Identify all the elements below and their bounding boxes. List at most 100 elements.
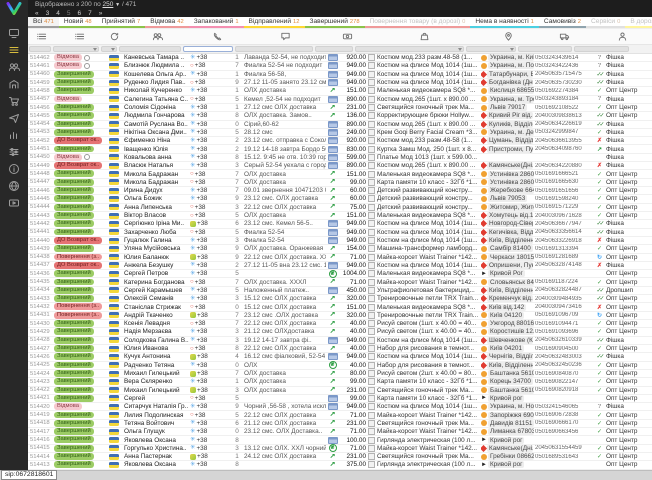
sliders-icon[interactable] (0, 143, 28, 160)
tracking-number[interactable]: 0501691665630 (535, 179, 593, 185)
order-row[interactable]: 514444ЗавершенийАнна Липенська○+38322.12… (28, 204, 652, 212)
column-filter-10[interactable] (574, 46, 629, 52)
order-row[interactable]: 514457ВідмоваСалегина Татьяна С..○+385Ке… (28, 96, 652, 104)
order-row[interactable]: 514437ДО Возврат ок..Анжела Безушку✳+382… (28, 262, 652, 270)
order-row[interactable]: 514414ЗавершенийАнна Пастернак+38124.12 … (28, 453, 652, 461)
order-row[interactable]: 514440ДО Возврат ок..Гуцалюк Галина✳+383… (28, 237, 652, 245)
tracking-number[interactable]: 0501692108522 (535, 105, 593, 111)
column-list-icon[interactable] (28, 29, 54, 44)
order-row[interactable]: 514424ЗавершенийМихаил Гилецький+387ОЛХ … (28, 370, 652, 378)
column-money-icon[interactable] (326, 29, 368, 44)
order-row[interactable]: 514449ДО Возврат ок..Власюк Наталья✳+383… (28, 162, 652, 170)
order-row[interactable]: 514427ЗавершенийЮлия Иванова○+38822.12 с… (28, 345, 652, 353)
tracking-number[interactable]: 0501691651656 (535, 188, 593, 194)
column-filter-0[interactable] (29, 46, 51, 52)
order-row[interactable]: 514443ЗавершенийВіктор Власов○+385ОЛХ до… (28, 212, 652, 220)
order-row[interactable]: 514446ЗавершенийИрина Дидух✳+38709.01 зв… (28, 187, 652, 195)
tracking-number[interactable]: 0501690904500 (535, 346, 593, 352)
tracking-number[interactable]: 0501690666170 (535, 420, 593, 426)
tracking-number[interactable]: 0503243439614 (535, 55, 593, 61)
tracking-number[interactable]: 20450632824487 (535, 287, 593, 293)
tracking-number[interactable]: 0501690840870 (535, 371, 593, 377)
page-button-5[interactable]: 5 (67, 10, 71, 17)
order-row[interactable]: 514447ЗавершенийМикола Бадражан○+387ОЛХ … (28, 179, 652, 187)
order-row[interactable]: 514454ЗавершенийСамотій Руслана Во..✳+38… (28, 121, 652, 129)
column-filter-7[interactable] (355, 46, 464, 52)
tracking-number[interactable]: 20400309484935 (535, 296, 593, 302)
order-row[interactable]: 514433ЗавершенийОлексій Семанів✳+38315.1… (28, 295, 652, 303)
tracking-number[interactable]: 0501690672838 (535, 412, 593, 418)
tracking-number[interactable]: 20450632874148 (535, 262, 593, 268)
order-row[interactable]: 514418ЗавершенийТетяна Войтович✳+38621.1… (28, 420, 652, 428)
info-icon[interactable] (0, 160, 28, 177)
tab-8[interactable]: Нема в наявності1 (470, 17, 539, 28)
order-row[interactable]: 514421ЗавершенийСергей○+38599.00Карта па… (28, 395, 652, 403)
order-row[interactable]: 514453ЗавершенийНікітіна Оксана Дми..✳+3… (28, 129, 652, 137)
send-icon[interactable] (0, 109, 28, 126)
per-page-dropdown[interactable]: 250 (103, 1, 114, 8)
column-person-icon[interactable] (593, 29, 652, 44)
tracking-number[interactable]: 0503242999847 (535, 129, 593, 135)
order-row[interactable]: 514423ЗавершенийВера Скляренко✳+381ОЛХ д… (28, 378, 652, 386)
order-row[interactable]: 514456ЗавершенийСоломія Сідоніна✳+38127.… (28, 104, 652, 112)
tab-7[interactable]: Повернення товару (в дорозі)0 (365, 17, 471, 28)
order-row[interactable]: 514460ЗавершенийКошелева Ольга Ар..✳+381… (28, 71, 652, 79)
tracking-number[interactable]: 0501691281689 (535, 254, 593, 260)
tracking-number[interactable]: 20450634220880 (535, 163, 593, 169)
order-row[interactable]: 514419ЗавершенийЛилия Подолинская○+38522… (28, 411, 652, 419)
tab-3[interactable]: Відмова42 (145, 17, 188, 28)
order-row[interactable]: 514422ЗавершенийМихаил Гилецький+383ОЛХ … (28, 387, 652, 395)
tracking-number[interactable]: 20400309473416 (535, 304, 593, 310)
order-row[interactable]: 514429ЗавершенийНадія Мерзаєва✳+38321.12… (28, 328, 652, 336)
globe-icon[interactable] (0, 177, 28, 194)
order-row[interactable]: 514430ЗавершенийКсенія Левадня○+38722.12… (28, 320, 652, 328)
column-refresh-icon[interactable] (104, 29, 124, 44)
column-truck-icon[interactable] (535, 29, 593, 44)
order-row[interactable]: 514413ЗавершенийЯковлева Оксана✳+388↗375… (28, 461, 652, 469)
tracking-number[interactable]: 20400309671628 (535, 213, 593, 219)
column-list-icon[interactable] (54, 29, 104, 44)
last-page-button[interactable]: » (99, 10, 103, 17)
tab-11[interactable]: В дорозі додому0 (625, 17, 652, 28)
column-bag-icon[interactable] (368, 29, 481, 44)
app-logo-icon[interactable] (6, 2, 22, 20)
column-filter-3[interactable] (119, 46, 181, 52)
tracking-number[interactable]: 20450632483003 (535, 354, 593, 360)
tab-5[interactable]: Відправлений12 (244, 17, 305, 28)
order-row[interactable]: 514441ЗавершенийЗахарченко Люба○+385Фиал… (28, 229, 652, 237)
tracking-number[interactable]: 0501690822147 (535, 379, 593, 385)
order-row[interactable]: 514450ВідмоваКовальова анна✳+38815.12. 9… (28, 154, 652, 162)
order-row[interactable]: 514436ЗавершенийСергей Петров✳+385₴1004.… (28, 270, 652, 278)
order-row[interactable]: 514438Повернення (з..Юлия Баланюк+38922.… (28, 254, 652, 262)
order-row[interactable]: 514435ЗавершенийКатерина Богданова○+387О… (28, 278, 652, 286)
page-button-4[interactable]: 4 (56, 10, 60, 17)
column-pin-icon[interactable] (481, 29, 535, 44)
order-row[interactable]: 514426ЗавершенийКучук Антонина+38416.12 … (28, 353, 652, 361)
order-row[interactable]: 514420ВідмоваСитарчук Наталія Гр..✳+389Ч… (28, 403, 652, 411)
tracking-number[interactable]: 20450633226918 (535, 238, 593, 244)
tracking-number[interactable]: 0501691571229 (535, 204, 593, 210)
tab-1[interactable]: Новий48 (59, 17, 97, 28)
tab-4[interactable]: Запакований1 (189, 17, 244, 28)
tracking-number[interactable]: 20450635730230 (535, 80, 593, 86)
tracking-number[interactable]: 20450636677947 (535, 221, 593, 227)
tracking-number[interactable]: 20450632610339 (535, 337, 593, 343)
tracking-number[interactable]: 0501691096709 (535, 312, 593, 318)
order-row[interactable]: 514417ЗавершенийОльга Глущук✳+38023.12 с… (28, 428, 652, 436)
tab-0[interactable]: Всі471 (28, 17, 59, 28)
tab-10[interactable]: Сервіси0 (586, 17, 625, 28)
tracking-number[interactable]: 0503241546065 (535, 404, 593, 410)
users-icon[interactable] (0, 58, 28, 75)
order-row[interactable]: 514458ЗавершенийНиколай Кучеренко✳+381ОЛ… (28, 87, 652, 95)
order-row[interactable]: 514431Повернення (з..Андрій Ткаченко+387… (28, 312, 652, 320)
column-filter-1[interactable] (53, 46, 99, 52)
order-row[interactable]: 514451ЗавершенийІващенко Юлія✳+38219.12 … (28, 145, 652, 153)
tracking-number[interactable]: 20450635715475 (535, 71, 593, 77)
order-row[interactable]: 514455ЗавершенийЛюдмила Гончарова✳+388ОЛ… (28, 112, 652, 120)
column-filter-8[interactable] (466, 46, 516, 52)
tracking-number[interactable]: 20450634226619 (535, 121, 593, 127)
tracking-number[interactable]: 0501691094471 (535, 321, 593, 327)
tracking-number[interactable]: 20450631554459 (535, 445, 593, 451)
tracking-number[interactable]: 0503243893184 (535, 96, 593, 102)
order-row[interactable]: 514439ЗавершенийУляна Мусійовська✳+389ОЛ… (28, 245, 652, 253)
